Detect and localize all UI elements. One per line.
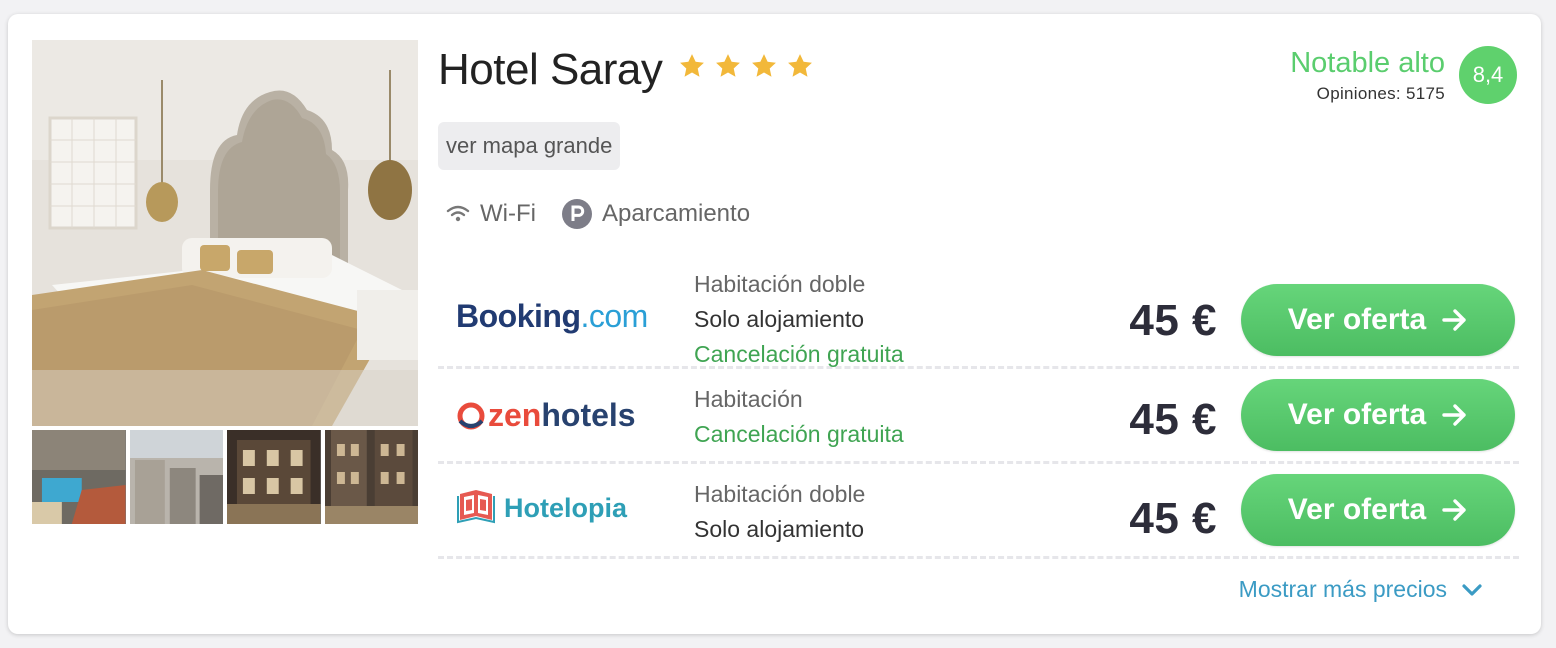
room-info: Habitación Cancelación gratuita — [694, 382, 904, 452]
board-type: Solo alojamiento — [694, 516, 865, 542]
rating-score-badge: 8,4 — [1459, 46, 1517, 104]
wifi-icon — [446, 205, 470, 222]
arrow-right-icon — [1442, 499, 1466, 521]
star-icon — [752, 54, 776, 77]
view-large-map-button[interactable]: ver mapa grande — [438, 122, 621, 170]
rating-label: Notable alto — [1290, 47, 1445, 79]
logo-part: .com — [580, 298, 648, 334]
hotel-card: Hotel Saray ver mapa grande Wi-Fi Aparca… — [8, 14, 1541, 634]
room-info: Habitación doble Solo alojamiento Cancel… — [694, 267, 904, 372]
star-icon — [788, 54, 812, 77]
star-icon — [680, 54, 704, 77]
thumbnail-2[interactable] — [129, 430, 223, 524]
thumbnail-strip — [32, 430, 418, 524]
amenities-list: Wi-Fi Aparcamiento — [446, 199, 750, 229]
thumbnail-4[interactable] — [324, 430, 418, 524]
cta-label: Ver oferta — [1287, 493, 1427, 526]
show-more-prices-link[interactable]: Mostrar más precios — [1239, 576, 1483, 603]
amenity-parking: Aparcamiento — [561, 199, 751, 229]
hotel-name[interactable]: Hotel Saray — [438, 42, 663, 98]
room-type: Habitación doble — [694, 271, 866, 297]
offer-price: 45 € — [1129, 494, 1217, 543]
show-more-prices-label: Mostrar más precios — [1238, 576, 1447, 602]
room-type: Habitación doble — [694, 481, 866, 507]
star-icon — [716, 54, 740, 77]
offer-row: Hotelopia Habitación doble Solo alojamie… — [438, 464, 1519, 559]
arrow-right-icon — [1442, 404, 1466, 426]
main-photo[interactable] — [32, 40, 418, 426]
arrow-right-icon — [1442, 309, 1466, 331]
booking-logo[interactable]: Booking.com — [456, 298, 648, 335]
view-offer-button[interactable]: Ver oferta — [1241, 379, 1515, 451]
review-rating[interactable]: Notable alto Opiniones: 5175 8,4 — [1290, 46, 1517, 104]
free-cancellation: Cancelación gratuita — [694, 341, 904, 367]
hotelopia-logo[interactable]: Hotelopia — [456, 488, 627, 524]
star-rating — [678, 52, 814, 80]
logo-part: hotels — [541, 397, 636, 433]
room-type: Habitación — [694, 386, 803, 412]
zenhotels-logo[interactable]: zen hotels — [456, 397, 636, 434]
offer-price: 45 € — [1129, 395, 1217, 444]
opinions-count: Opiniones: 5175 — [1316, 84, 1445, 103]
thumbnail-3[interactable] — [227, 430, 321, 524]
offer-row: zen hotels Habitación Cancelación gratuit… — [438, 369, 1519, 464]
offer-price: 45 € — [1129, 296, 1217, 345]
view-offer-button[interactable]: Ver oferta — [1241, 284, 1515, 356]
view-offer-button[interactable]: Ver oferta — [1241, 474, 1515, 546]
amenity-label: Wi-Fi — [480, 200, 536, 227]
cta-label: Ver oferta — [1287, 398, 1427, 431]
hotelopia-mark-icon — [457, 490, 495, 524]
thumbnail-1[interactable] — [32, 430, 126, 524]
offer-row: Booking.com Habitación doble Solo alojam… — [438, 250, 1519, 369]
free-cancellation: Cancelación gratuita — [694, 421, 904, 447]
rating-text: Notable alto Opiniones: 5175 — [1290, 46, 1445, 104]
cta-label: Ver oferta — [1287, 303, 1427, 336]
zenhotels-mark-icon — [457, 402, 485, 429]
logo-part: Booking — [456, 298, 581, 334]
parking-icon — [561, 199, 592, 229]
board-type: Solo alojamiento — [694, 306, 865, 332]
amenity-wifi: Wi-Fi — [446, 200, 536, 228]
logo-part: Hotelopia — [504, 493, 628, 523]
room-info: Habitación doble Solo alojamiento — [694, 477, 865, 547]
offers-list: Booking.com Habitación doble Solo alojam… — [438, 250, 1519, 559]
logo-part: zen — [488, 397, 542, 433]
chevron-down-icon — [1462, 583, 1482, 596]
amenity-label: Aparcamiento — [601, 200, 751, 227]
